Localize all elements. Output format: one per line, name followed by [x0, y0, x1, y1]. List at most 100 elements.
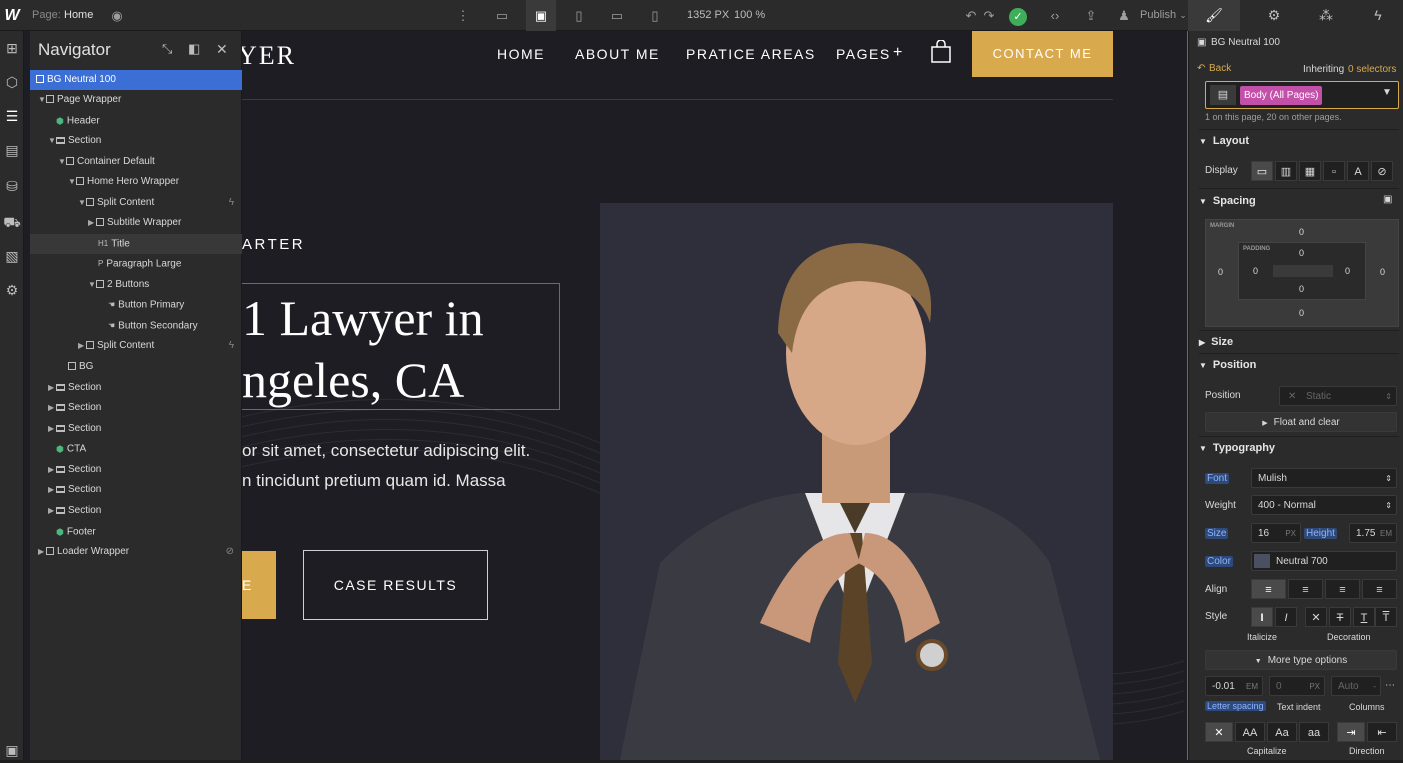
more-icon[interactable]: ⋮: [456, 0, 470, 31]
export-icon[interactable]: ⇪: [1078, 0, 1104, 31]
font-size-input[interactable]: 16 PX: [1251, 523, 1301, 543]
cube-icon[interactable]: ⬡: [0, 69, 24, 95]
padding-top[interactable]: 0: [1299, 248, 1304, 258]
tree-item-section[interactable]: ▶ Section: [30, 480, 242, 500]
page-selector[interactable]: Home: [64, 0, 93, 31]
site-logo[interactable]: YER: [238, 41, 296, 71]
selector-field[interactable]: ▤ Body (All Pages) ▼: [1205, 81, 1399, 109]
display-grid-icon[interactable]: ▦: [1299, 161, 1321, 181]
capitalize-none-icon[interactable]: ✕: [1205, 722, 1233, 742]
tree-item-container-default[interactable]: ▼ Container Default: [30, 152, 242, 172]
close-icon[interactable]: ✕: [216, 41, 228, 58]
weight-select[interactable]: 400 - Normal ⇕: [1251, 495, 1397, 515]
font-size-unit[interactable]: PX: [1285, 524, 1296, 544]
letter-spacing-unit[interactable]: EM: [1246, 677, 1258, 697]
caret-right-icon[interactable]: ▶: [78, 336, 86, 356]
text-indent-unit[interactable]: PX: [1309, 677, 1320, 697]
tablet-icon[interactable]: ▯: [566, 0, 592, 31]
publish-button[interactable]: Publish: [1140, 0, 1176, 31]
button-primary[interactable]: E: [242, 551, 276, 619]
redo-icon[interactable]: ↷: [980, 0, 998, 31]
underline-icon[interactable]: T: [1353, 607, 1375, 627]
margin-box[interactable]: MARGIN 0 0 0 0 PADDING 0 0 0 0: [1205, 219, 1399, 327]
display-none-icon[interactable]: ⊘: [1371, 161, 1393, 181]
caret-right-icon[interactable]: ▶: [48, 419, 56, 439]
more-options-icon[interactable]: ⋯: [1385, 680, 1395, 691]
tree-item-section[interactable]: ▶ Section: [30, 378, 242, 398]
chevron-down-icon[interactable]: ▼: [1382, 87, 1392, 98]
desktop-icon[interactable]: ▭: [488, 0, 516, 31]
color-swatch[interactable]: [1254, 554, 1270, 568]
assets-icon[interactable]: ▧: [0, 243, 24, 269]
padding-right[interactable]: 0: [1345, 266, 1350, 276]
eye-icon[interactable]: ◉: [108, 0, 126, 31]
caret-down-icon[interactable]: ▼: [88, 275, 96, 295]
caret-right-icon[interactable]: ▶: [88, 213, 96, 233]
tree-item-home-hero-wrapper[interactable]: ▼ Home Hero Wrapper: [30, 172, 242, 192]
margin-top[interactable]: 0: [1299, 227, 1304, 237]
nav-practice-areas[interactable]: PRATICE AREAS: [686, 46, 816, 62]
padding-bottom[interactable]: 0: [1299, 284, 1304, 294]
caret-right-icon[interactable]: ▶: [38, 542, 46, 562]
margin-bottom[interactable]: 0: [1299, 308, 1304, 318]
tree-item-bg-neutral-100[interactable]: BG Neutral 100: [30, 70, 242, 90]
padding-box[interactable]: PADDING 0 0 0 0: [1238, 242, 1366, 300]
tree-item-cta[interactable]: ⬢ CTA: [30, 439, 242, 459]
overline-icon[interactable]: T: [1375, 607, 1397, 627]
caret-right-icon[interactable]: ▶: [48, 480, 56, 500]
lowercase-icon[interactable]: aa: [1299, 722, 1329, 742]
direction-rtl-icon[interactable]: ⇤: [1367, 722, 1397, 742]
line-height-input[interactable]: 1.75 EM: [1349, 523, 1397, 543]
tree-item-section[interactable]: ▼ Section: [30, 131, 242, 151]
nav-home[interactable]: HOME: [497, 46, 545, 62]
tree-item-section[interactable]: ▶ Section: [30, 460, 242, 480]
page-icon[interactable]: ▤: [0, 137, 24, 163]
tree-item-footer[interactable]: ⬢ Footer: [30, 522, 242, 542]
brush-icon[interactable]: 🖌: [1188, 0, 1240, 31]
audit-icon[interactable]: ♟: [1112, 0, 1136, 31]
align-left-icon[interactable]: ≡: [1251, 579, 1286, 599]
section-spacing[interactable]: ▼ Spacing: [1199, 190, 1399, 212]
inheriting-count[interactable]: 0 selectors: [1348, 64, 1396, 75]
webflow-logo[interactable]: W: [0, 0, 24, 31]
align-center-icon[interactable]: ≡: [1288, 579, 1323, 599]
tree-item-button-secondary[interactable]: ☚ Button Secondary: [30, 316, 242, 336]
nav-about[interactable]: ABOUT ME: [575, 46, 660, 62]
section-layout[interactable]: ▼ Layout: [1199, 130, 1399, 152]
caret-down-icon[interactable]: ▼: [78, 193, 86, 213]
text-indent-input[interactable]: 0 PX: [1269, 676, 1325, 696]
display-flex-icon[interactable]: ▥: [1275, 161, 1297, 181]
section-size[interactable]: ▶ Size: [1199, 331, 1399, 353]
desktop-star-icon[interactable]: ▣: [526, 0, 556, 31]
tree-item-split-content[interactable]: ▼ Split Content ϟ: [30, 193, 242, 213]
strikethrough-icon[interactable]: T: [1329, 607, 1351, 627]
check-icon[interactable]: ✓: [1007, 0, 1029, 31]
drops-icon[interactable]: ⁂: [1300, 0, 1352, 31]
line-height-unit[interactable]: EM: [1380, 524, 1392, 544]
float-clear-button[interactable]: ▶ Float and clear: [1205, 412, 1397, 432]
caret-down-icon[interactable]: ▼: [48, 131, 56, 151]
hero-title-line2[interactable]: ngeles, CA: [242, 351, 464, 409]
caret-right-icon[interactable]: ▶: [48, 378, 56, 398]
contact-button[interactable]: CONTACT ME: [972, 31, 1113, 77]
color-field[interactable]: Neutral 700: [1251, 551, 1397, 571]
cart-icon[interactable]: ⛟: [0, 209, 24, 235]
bag-icon[interactable]: [930, 40, 952, 64]
more-type-options-button[interactable]: ▼ More type options: [1205, 650, 1397, 670]
caret-right-icon[interactable]: ▶: [48, 398, 56, 418]
section-position[interactable]: ▼ Position: [1199, 354, 1399, 376]
database-icon[interactable]: ⛁: [0, 173, 24, 199]
layers-icon[interactable]: ☰: [0, 103, 24, 129]
font-select[interactable]: Mulish ⇕: [1251, 468, 1397, 488]
tree-item-bg[interactable]: BG: [30, 357, 242, 377]
plus-icon[interactable]: ⊞: [0, 35, 24, 61]
align-right-icon[interactable]: ≡: [1325, 579, 1360, 599]
tree-item-section[interactable]: ▶ Section: [30, 419, 242, 439]
caret-down-icon[interactable]: ▼: [58, 152, 66, 172]
margin-right[interactable]: 0: [1380, 267, 1385, 277]
code-icon[interactable]: ‹›: [1042, 0, 1068, 31]
tree-item-2-buttons[interactable]: ▼ 2 Buttons: [30, 275, 242, 295]
gear-icon[interactable]: ⚙: [1248, 0, 1300, 31]
direction-ltr-icon[interactable]: ⇥: [1337, 722, 1365, 742]
tree-item-paragraph-large[interactable]: P Paragraph Large: [30, 254, 242, 274]
